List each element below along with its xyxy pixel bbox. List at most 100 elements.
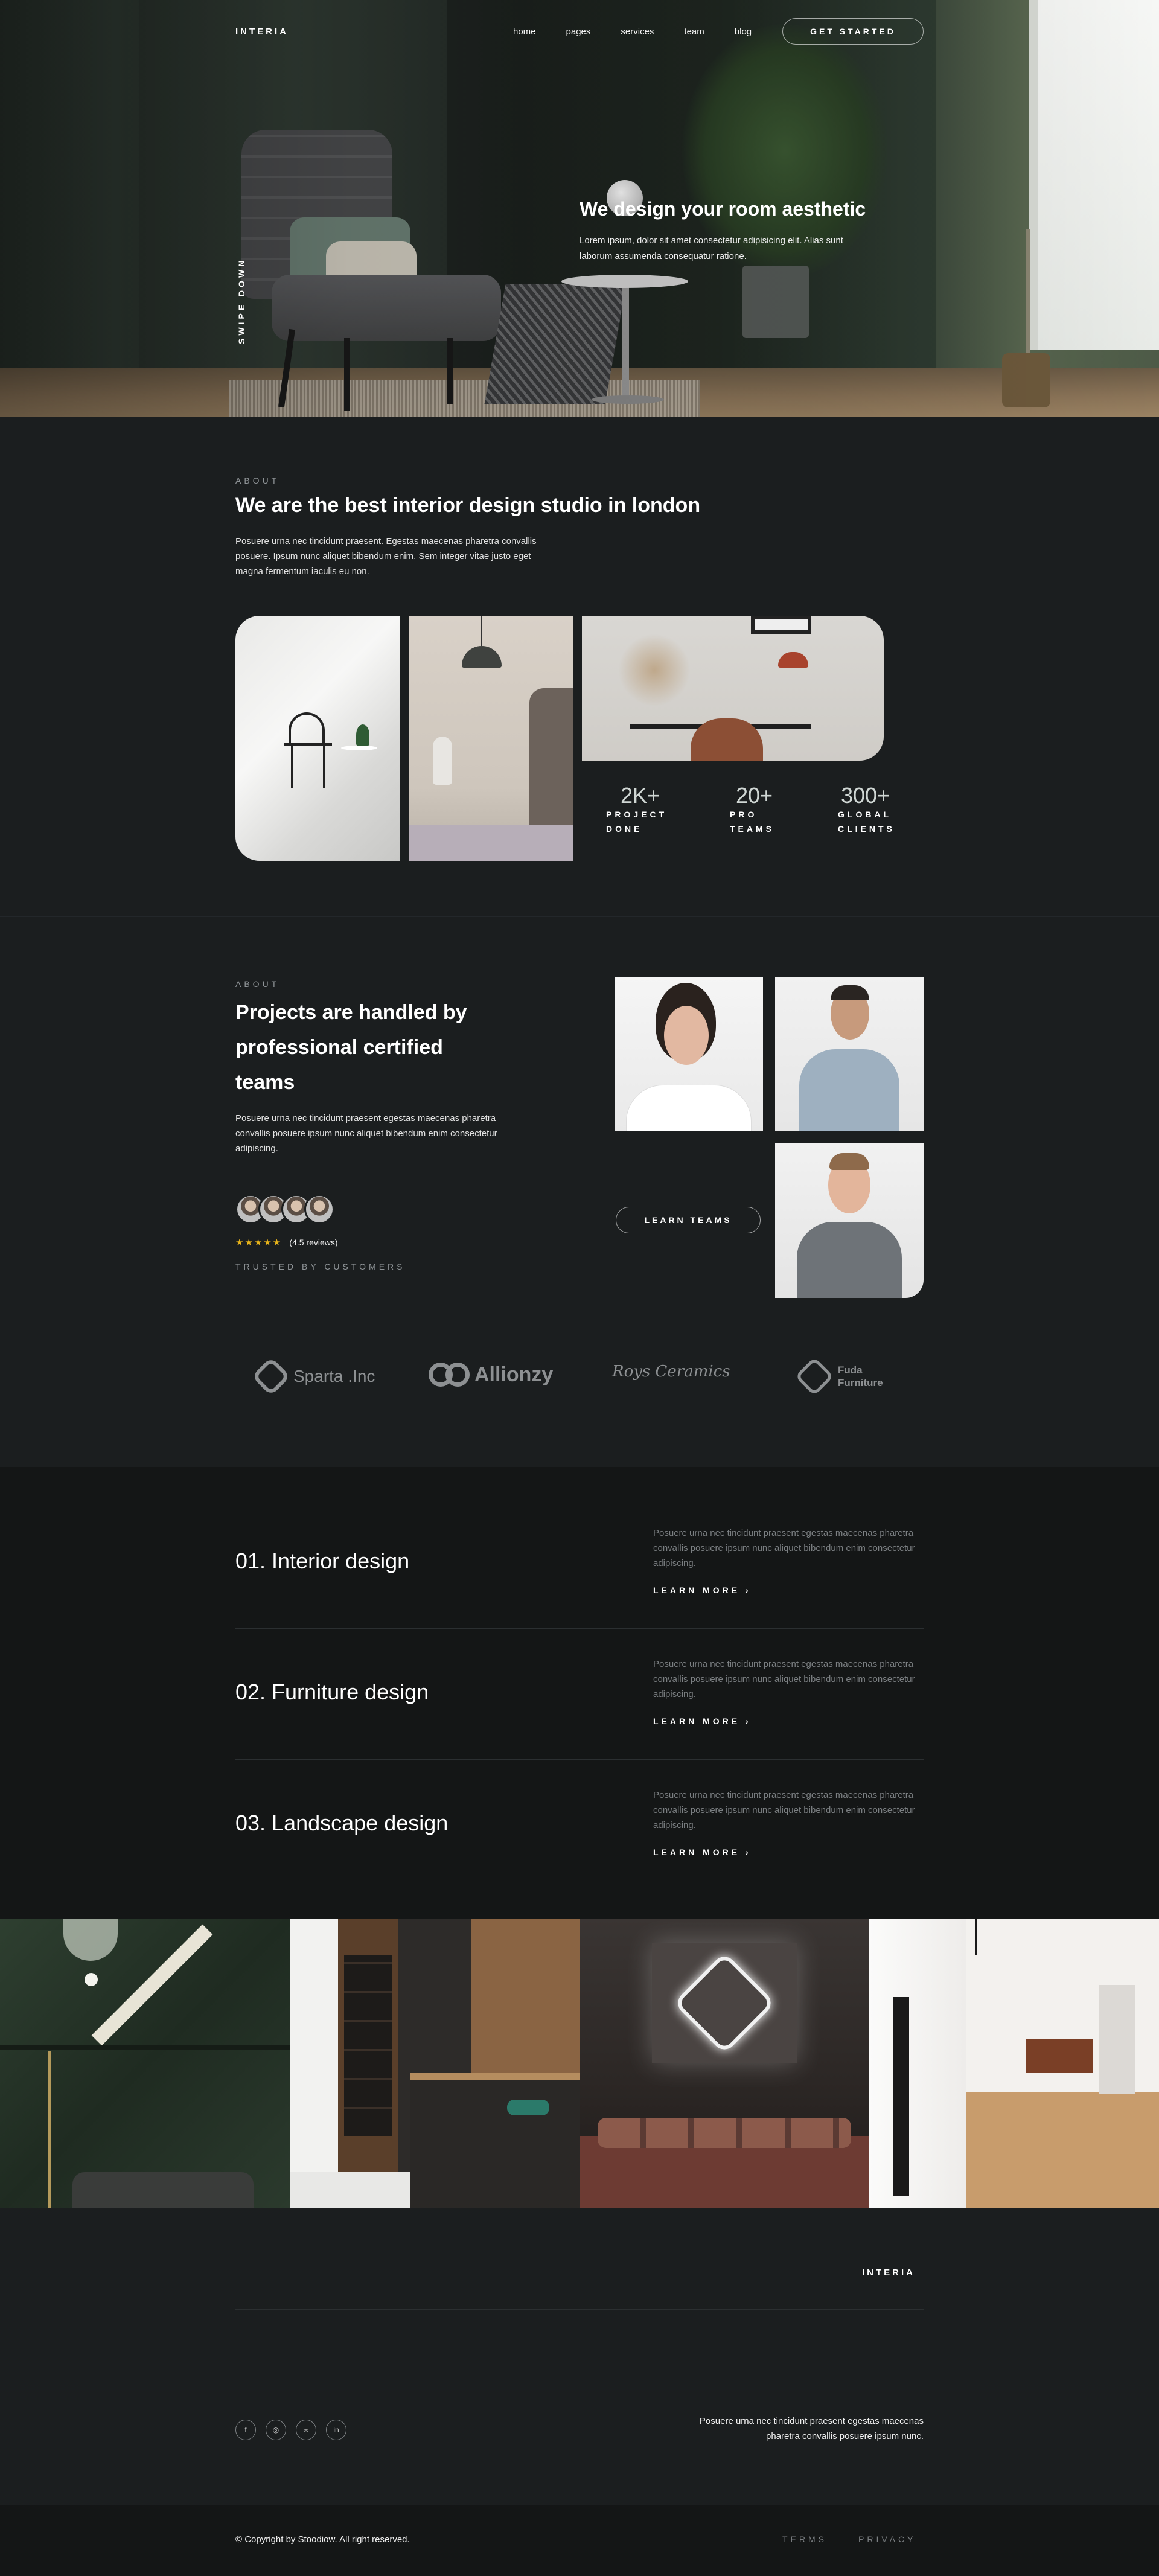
facebook-icon[interactable]: f (235, 2420, 256, 2440)
service-text: Posuere urna nec tincidunt praesent eges… (653, 1659, 915, 1699)
team-title: Projects are handled by professional cert… (235, 1001, 467, 1094)
service-text: Posuere urna nec tincidunt praesent eges… (653, 1790, 915, 1830)
link-icon[interactable]: ∞ (296, 2420, 316, 2440)
main-menu: home pages services team blog (513, 27, 782, 37)
service-title-interior[interactable]: 01. Interior design (235, 1548, 409, 1574)
service-divider (235, 1628, 924, 1629)
shirt-shape (627, 1085, 751, 1131)
linkedin-icon[interactable]: in (326, 2420, 346, 2440)
privacy-link[interactable]: PRIVACY (858, 2534, 916, 2544)
sofa-shape (72, 2172, 254, 2208)
hero-section: INTERIA home pages services team blog GE… (0, 0, 1159, 417)
footer-text: Posuere urna nec tincidunt praesent eges… (699, 2416, 924, 2441)
gallery-image-neon-room[interactable] (580, 1919, 869, 2208)
gallery-image-living-room[interactable] (869, 1919, 1159, 2208)
service-text: Posuere urna nec tincidunt praesent eges… (653, 1528, 915, 1568)
rating-stars: ★★★★★ (4.5 reviews) (235, 1237, 338, 1248)
team-eyebrow: ABOUT (235, 979, 280, 989)
floor-lamp-shape (48, 2051, 51, 2208)
chair-leg-shape (291, 746, 293, 788)
shirt-shape (799, 1049, 899, 1131)
frame-shape (751, 616, 811, 634)
learn-teams-button[interactable]: LEARN TEAMS (616, 1207, 761, 1233)
learn-more-link[interactable]: LEARN MORE › (653, 1585, 752, 1595)
shirt-shape (797, 1222, 902, 1298)
bedside-shape (409, 825, 573, 861)
neon-sign-frame (652, 1943, 797, 2063)
mirror-shape (63, 1919, 118, 1961)
desk-lamp-shape (778, 652, 808, 668)
hero-subtitle: Lorem ipsum, dolor sit amet consectetur … (580, 235, 843, 261)
learn-more-link[interactable]: LEARN MORE › (653, 1847, 752, 1857)
brand-fuda-furniture[interactable]: Fuda Furniture (794, 1357, 883, 1396)
page: INTERIA home pages services team blog GE… (0, 0, 1159, 2576)
spotlight-shape (975, 1919, 977, 1955)
stat-projects-value: 2K+ (621, 783, 660, 808)
brand-roys-ceramics[interactable]: Roys Ceramics (612, 1363, 730, 1381)
team-photo-man (775, 1143, 924, 1298)
section-divider (0, 916, 1159, 917)
speaker-shape (893, 1997, 909, 2196)
terms-link[interactable]: TERMS (782, 2534, 827, 2544)
statue-shape (433, 737, 452, 785)
doorway-shape (1099, 1985, 1135, 2094)
nav-home-link[interactable]: home (513, 27, 536, 37)
service-title-furniture[interactable]: 02. Furniture design (235, 1680, 429, 1705)
lamp-bulb-shape (85, 1973, 98, 1986)
footer-logo[interactable]: INTERIA (862, 2268, 915, 2278)
top-nav: INTERIA home pages services team blog GE… (235, 18, 924, 45)
stool-seat-shape (507, 2100, 549, 2115)
swipe-down-label[interactable]: SWIPE DOWN (237, 258, 246, 344)
counter-top-shape (410, 2073, 580, 2080)
gallery-image-green-room[interactable] (0, 1919, 290, 2208)
brand-sparta[interactable]: Sparta .Inc (251, 1357, 375, 1396)
trusted-label: TRUSTED BY CUSTOMERS (235, 1262, 406, 1271)
team-photo-woman (615, 977, 763, 1131)
lamp-cord (481, 616, 482, 646)
hair-shape (829, 1153, 869, 1170)
neon-shape (673, 1952, 776, 2054)
wall-shape (869, 1919, 966, 2208)
stat-teams-value: 20+ (736, 783, 773, 808)
cushions-shape (598, 2118, 851, 2148)
stat-clients-label: GLOBAL CLIENTS (838, 810, 895, 834)
sideboard-shape (1026, 2039, 1093, 2073)
nav-services-link[interactable]: services (621, 27, 654, 37)
team-photo-man-glasses (775, 977, 924, 1131)
face-shape (664, 1006, 709, 1065)
fuda-logo-icon (794, 1357, 834, 1396)
instagram-icon[interactable]: ◎ (266, 2420, 286, 2440)
plant-shape (356, 724, 369, 746)
sparta-logo-icon (251, 1357, 291, 1396)
pendant-lamp-shape (462, 646, 502, 668)
dried-flowers-shape (618, 634, 691, 706)
logo[interactable]: INTERIA (235, 27, 289, 37)
shelf-shape (0, 2045, 290, 2050)
service-title-landscape[interactable]: 03. Landscape design (235, 1811, 448, 1836)
about-text: Posuere urna nec tincidunt praesent. Ege… (235, 536, 537, 577)
hair-shape (831, 985, 869, 1000)
nav-blog-link[interactable]: blog (735, 27, 752, 37)
stat-clients-value: 300+ (841, 783, 890, 808)
floor-shape (290, 2172, 410, 2208)
customer-avatars (235, 1194, 334, 1224)
team-text: Posuere urna nec tincidunt praesent eges… (235, 1113, 497, 1154)
footer-divider (235, 2309, 924, 2310)
nav-team-link[interactable]: team (684, 27, 704, 37)
star-icon: ★★★★★ (235, 1238, 283, 1248)
about-image-desk (582, 616, 884, 761)
reviews-count: (4.5 reviews) (289, 1238, 338, 1247)
brand-allionzy[interactable]: Allionzy (429, 1363, 553, 1387)
about-title: We are the best interior design studio i… (235, 494, 701, 517)
gallery-image-kitchen[interactable] (290, 1919, 580, 2208)
stat-teams-label: PRO TEAMS (730, 810, 774, 834)
get-started-button[interactable]: GET STARTED (782, 18, 924, 45)
nav-pages-link[interactable]: pages (566, 27, 591, 37)
service-divider (235, 1759, 924, 1760)
about-image-lamp (409, 616, 573, 861)
learn-more-link[interactable]: LEARN MORE › (653, 1716, 752, 1726)
chair-back-shape (289, 712, 325, 746)
about-eyebrow: ABOUT (235, 476, 280, 485)
table-shape (341, 746, 377, 750)
stat-projects-label: PROJECT DONE (606, 810, 668, 834)
